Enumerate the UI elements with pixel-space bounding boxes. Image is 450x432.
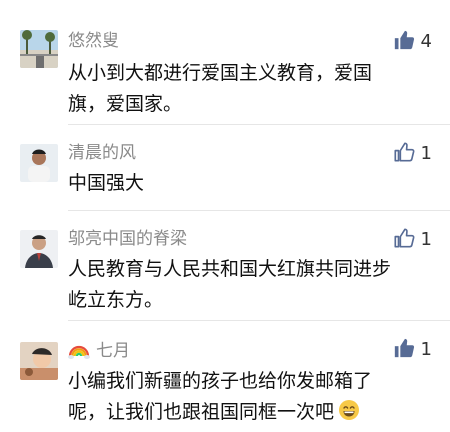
- username-text: 七月: [96, 341, 130, 361]
- like-count: 1: [420, 143, 432, 164]
- username[interactable]: 清晨的风: [68, 142, 136, 164]
- like-button[interactable]: 1: [393, 338, 432, 362]
- avatar[interactable]: [20, 30, 58, 68]
- thumbs-up-filled-icon: [393, 29, 415, 55]
- like-count: 1: [420, 339, 432, 360]
- avatar[interactable]: [20, 144, 58, 182]
- thumbs-up-filled-icon: [393, 337, 415, 363]
- divider: [68, 320, 450, 321]
- divider: [68, 210, 450, 211]
- grinning-emoji-icon: [338, 399, 360, 421]
- username[interactable]: 邬亮中国的脊梁: [68, 228, 187, 250]
- comment-text: 小编我们新疆的孩子也给你发邮箱了呢，让我们也跟祖国同框一次吧: [68, 366, 408, 428]
- thumbs-up-outline-icon: [393, 141, 415, 167]
- avatar[interactable]: [20, 230, 58, 268]
- username[interactable]: 悠然叟: [68, 30, 119, 52]
- avatar[interactable]: [20, 342, 58, 380]
- like-count: 1: [420, 229, 432, 250]
- comment-text: 中国强大: [68, 172, 145, 194]
- comment-text-content: 小编我们新疆的孩子也给你发邮箱了呢，让我们也跟祖国同框一次吧: [68, 370, 373, 423]
- like-button[interactable]: 4: [393, 30, 432, 54]
- divider: [68, 124, 450, 125]
- comment-text: 从小到大都进行爱国主义教育，爱国旗，爱国家。: [68, 62, 373, 115]
- username[interactable]: 七月: [68, 338, 130, 362]
- like-count: 4: [420, 31, 432, 52]
- comment-text: 人民教育与人民共和国大红旗共同进步屹立东方。: [68, 258, 392, 311]
- thumbs-up-outline-icon: [393, 227, 415, 253]
- like-button[interactable]: 1: [393, 142, 432, 166]
- like-button[interactable]: 1: [393, 228, 432, 252]
- rainbow-emoji-icon: [68, 338, 90, 360]
